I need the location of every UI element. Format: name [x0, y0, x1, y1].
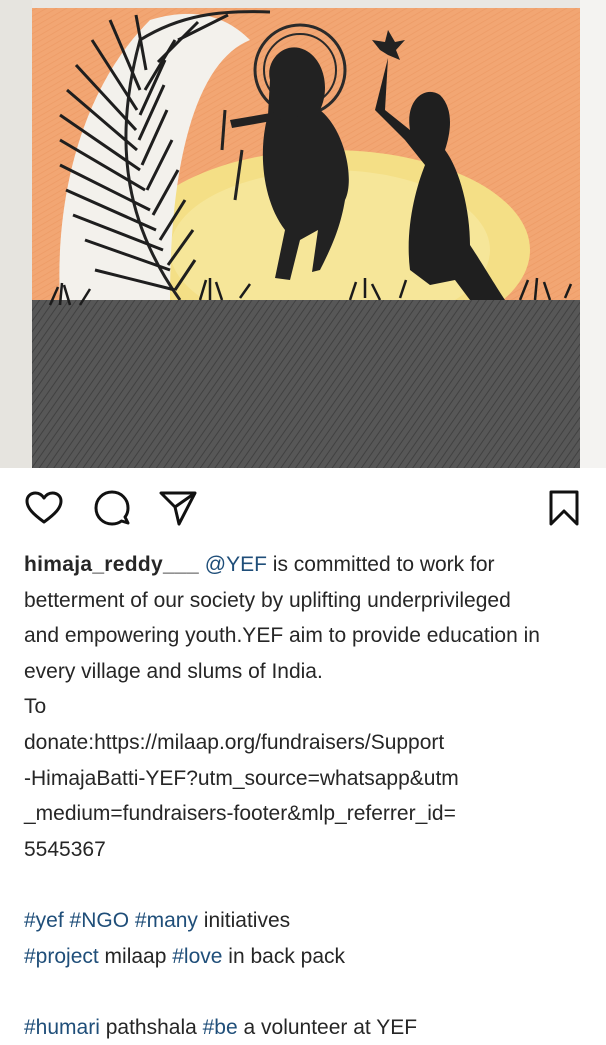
caption-text: every village and slums of India.: [24, 659, 323, 683]
mention-link[interactable]: @YEF: [205, 553, 267, 576]
hashtag-line: #humari pathshala #be a volunteer at YEF: [24, 1010, 584, 1045]
caption-text: is committed to work for: [266, 553, 495, 576]
hashtag-link[interactable]: #be: [203, 1016, 238, 1039]
hashtag-line: #yef #NGO #many initiatives: [24, 903, 584, 939]
caption-text: a volunteer at YEF: [237, 1015, 418, 1039]
send-icon[interactable]: [158, 488, 198, 528]
hashtag-link[interactable]: #NGO: [70, 909, 130, 932]
donate-link-text: donate:https://milaap.org/fundraisers/Su…: [24, 730, 445, 754]
donate-link-text: -HimajaBatti-YEF?utm_source=whatsapp&utm: [24, 766, 459, 790]
caption-text: and empowering youth.YEF aim to provide …: [24, 624, 540, 648]
post-actions-bar: [0, 468, 606, 548]
donate-link-text: _medium=fundraisers-footer&mlp_referrer_…: [24, 802, 456, 826]
post-caption: himaja_reddy___ @YEF is committed to wor…: [24, 547, 584, 1045]
caption-text: in back pack: [222, 944, 346, 968]
hashtag-link[interactable]: #project: [24, 945, 99, 968]
hashtag-link[interactable]: #yef: [24, 909, 64, 932]
username-link[interactable]: himaja_reddy___: [24, 553, 199, 576]
post-image[interactable]: [0, 0, 606, 468]
donate-link-text: 5545367: [24, 837, 106, 861]
caption-text: pathshala: [99, 1015, 203, 1039]
heart-icon[interactable]: [24, 488, 64, 528]
caption-text: To: [24, 695, 47, 719]
hashtag-link[interactable]: #humari: [24, 1016, 100, 1039]
caption-text: betterment of our society by uplifting u…: [24, 588, 511, 612]
caption-text: milaap: [98, 944, 173, 968]
hashtag-link[interactable]: #love: [172, 945, 222, 968]
hashtag-link[interactable]: #many: [135, 909, 198, 932]
comment-icon[interactable]: [92, 488, 132, 528]
artwork-image: [0, 0, 606, 468]
bookmark-icon[interactable]: [544, 488, 584, 528]
hashtag-line: #project milaap #love in back pack: [24, 939, 584, 975]
caption-text: initiatives: [197, 908, 291, 932]
